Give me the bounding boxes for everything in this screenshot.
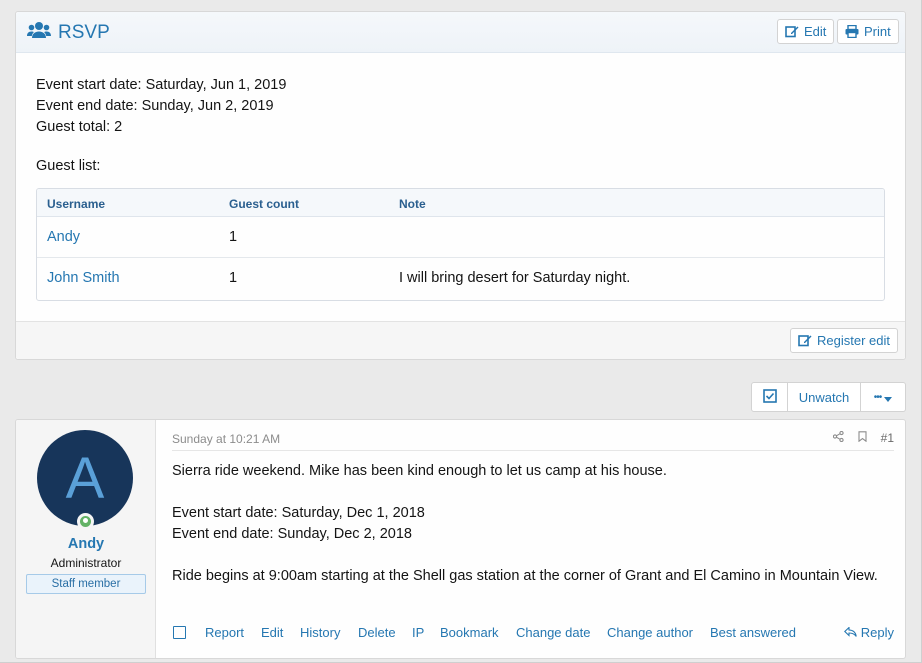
guest-table-header: Username Guest count Note: [37, 189, 884, 217]
post-message: A Andy Administrator Staff member Sunday…: [15, 419, 906, 659]
guest-username-link[interactable]: John Smith: [47, 270, 120, 286]
thread-watch-bar: Unwatch •••: [751, 382, 906, 412]
ip-link[interactable]: IP: [412, 625, 424, 640]
select-post-checkbox[interactable]: [173, 626, 186, 639]
delete-link[interactable]: Delete: [358, 625, 396, 640]
table-row: Andy 1: [37, 217, 884, 258]
edit-button-label: Edit: [804, 24, 827, 39]
change-author-link[interactable]: Change author: [607, 625, 693, 640]
post-meta: Sunday at 10:21 AM #1: [172, 429, 894, 451]
change-date-link[interactable]: Change date: [516, 625, 590, 640]
post-action-bar: Report Edit History Delete IP Bookmark C…: [172, 624, 894, 642]
history-link[interactable]: History: [300, 625, 340, 640]
report-link[interactable]: Report: [205, 625, 244, 640]
reply-button[interactable]: Reply: [843, 625, 894, 640]
post-user-panel: A Andy Administrator Staff member: [16, 420, 156, 658]
more-dots-icon: •••: [873, 391, 882, 403]
unwatch-button[interactable]: Unwatch: [788, 382, 861, 412]
edit-icon: [798, 334, 812, 347]
register-edit-label: Register edit: [817, 333, 890, 348]
post-paragraph: Sierra ride weekend. Mike has been kind …: [172, 463, 667, 479]
guest-username-link[interactable]: Andy: [47, 229, 80, 245]
post-paragraph: Event start date: Saturday, Dec 1, 2018: [172, 505, 425, 521]
rsvp-title: RSVP: [27, 21, 110, 45]
rsvp-footer: Register edit: [16, 321, 905, 359]
staff-banner: Staff member: [26, 574, 146, 594]
print-button[interactable]: Print: [837, 19, 899, 44]
post-username-link[interactable]: Andy: [16, 536, 156, 552]
post-meta-actions: #1: [832, 430, 894, 445]
share-icon[interactable]: [832, 430, 844, 445]
rsvp-title-text: RSVP: [58, 22, 110, 43]
guest-table: Username Guest count Note Andy 1 John Sm…: [36, 188, 885, 301]
avatar-letter: A: [65, 445, 105, 511]
post-paragraph: Ride begins at 9:00am starting at the Sh…: [172, 568, 878, 584]
post-main: Sunday at 10:21 AM #1 Sierra ride weeken…: [157, 420, 905, 658]
best-answered-link[interactable]: Best answered: [710, 625, 796, 640]
print-button-label: Print: [864, 24, 891, 39]
online-status-icon: [77, 513, 94, 530]
checkbox-icon: [762, 388, 777, 406]
rsvp-start-date: Event start date: Saturday, Jun 1, 2019: [36, 77, 287, 93]
table-row: John Smith 1 I will bring desert for Sat…: [37, 258, 884, 299]
post-date-link[interactable]: Sunday at 10:21 AM: [172, 432, 280, 446]
select-thread-checkbox[interactable]: [751, 382, 788, 412]
rsvp-end-date: Event end date: Sunday, Jun 2, 2019: [36, 98, 274, 114]
users-icon: [27, 21, 58, 45]
user-title: Administrator: [50, 556, 122, 570]
rsvp-block: RSVP Edit Print Event start date: Saturd…: [15, 11, 906, 360]
edit-icon: [785, 25, 799, 38]
post-body: Sierra ride weekend. Mike has been kind …: [172, 461, 882, 608]
guest-note: I will bring desert for Saturday night.: [399, 270, 631, 286]
register-edit-button[interactable]: Register edit: [790, 328, 898, 353]
avatar[interactable]: A: [37, 430, 133, 526]
guest-list-label: Guest list:: [36, 158, 101, 174]
guest-count: 1: [229, 270, 238, 286]
print-icon: [845, 25, 859, 38]
column-username: Username: [47, 197, 106, 211]
post-number-link[interactable]: #1: [881, 431, 894, 445]
more-options-button[interactable]: •••: [861, 382, 906, 412]
rsvp-guest-total: Guest total: 2: [36, 119, 123, 135]
edit-link[interactable]: Edit: [261, 625, 283, 640]
chevron-down-icon: [884, 390, 893, 405]
bookmark-link[interactable]: Bookmark: [440, 625, 499, 640]
edit-button[interactable]: Edit: [777, 19, 835, 44]
post-paragraph: Event end date: Sunday, Dec 2, 2018: [172, 526, 412, 542]
column-guest-count: Guest count: [229, 197, 300, 211]
reply-label: Reply: [860, 625, 894, 640]
column-note: Note: [399, 197, 426, 211]
guest-count: 1: [229, 229, 238, 245]
bookmark-icon[interactable]: [858, 431, 867, 445]
rsvp-header: RSVP Edit Print: [16, 12, 905, 53]
rsvp-event-info: Event start date: Saturday, Jun 1, 2019 …: [36, 75, 286, 138]
reply-icon: [843, 625, 857, 640]
